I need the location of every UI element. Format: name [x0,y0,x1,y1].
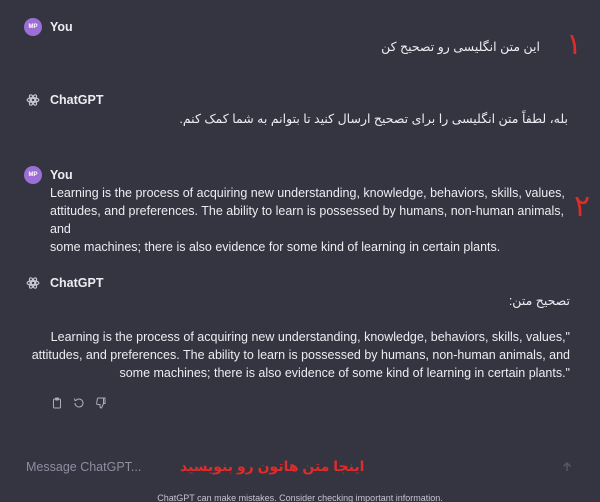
thumbs-down-icon[interactable] [94,396,107,409]
message-line: attitudes, and preferences. The ability … [31,348,570,362]
send-arrow-icon [562,461,572,471]
chat-thread: MP You این متن انگلیسی رو تصحیح کن ۱ Cha… [0,0,600,502]
annotation-input-hint: اینجا متن هاتون رو بنویسید [180,458,365,474]
assistant-message-header: ChatGPT [24,274,103,292]
message-line: some machines; there is also evidence of… [119,366,570,380]
regenerate-icon[interactable] [72,396,85,409]
author-name: ChatGPT [50,276,104,290]
user-message-header: MP You [24,166,73,184]
annotation-number-two: ۲ [574,189,591,224]
avatar: MP [24,166,42,184]
message-line: Learning is the process of acquiring new… [50,186,565,200]
chatgpt-logo-icon [24,274,42,292]
user-message-text: Learning is the process of acquiring new… [50,184,580,256]
user-message-text: این متن انگلیسی رو تصحیح کن [381,40,540,54]
message-line: attitudes, and preferences. The ability … [50,204,564,236]
author-name: You [50,20,73,34]
assistant-message-header: ChatGPT [24,91,103,109]
message-input-placeholder: Message ChatGPT... [26,460,142,474]
annotation-number-one: ۱ [566,27,583,62]
message-actions [50,396,107,409]
chatgpt-logo-icon [24,91,42,109]
author-name: ChatGPT [50,93,104,107]
message-line: Learning is the process of acquiring new… [50,330,570,344]
assistant-message-text: بله، لطفاً متن انگلیسی را برای تصحیح ارس… [179,112,568,126]
assistant-message-text: Learning is the process of acquiring new… [30,328,570,382]
assistant-message-heading: تصحیح متن: [508,294,570,308]
author-name: You [50,168,73,182]
send-button[interactable] [558,458,576,476]
disclaimer: ChatGPT can make mistakes. Consider chec… [157,493,443,502]
message-line: some machines; there is also evidence fo… [50,240,501,254]
avatar: MP [24,18,42,36]
composer: Message ChatGPT... اینجا متن هاتون رو بن… [0,446,600,492]
copy-icon[interactable] [50,396,63,409]
user-message-header: MP You [24,18,73,36]
message-input[interactable]: Message ChatGPT... اینجا متن هاتون رو بن… [16,450,584,484]
